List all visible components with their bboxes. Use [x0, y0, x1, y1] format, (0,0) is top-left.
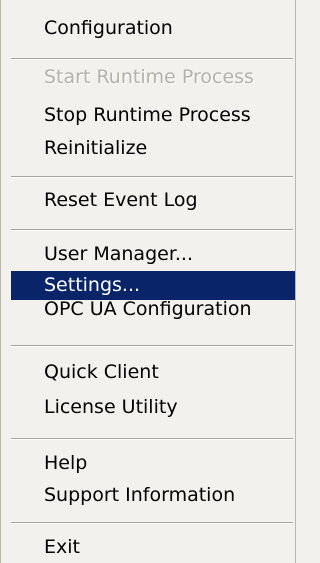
- menu-separator: [11, 229, 293, 231]
- menu-separator: [11, 58, 293, 60]
- menu-separator: [11, 438, 293, 440]
- menu-separator: [11, 345, 293, 347]
- menu-item-exit[interactable]: Exit: [11, 533, 295, 562]
- menu-item-opc-ua-configuration[interactable]: OPC UA Configuration: [11, 295, 295, 324]
- menu-item-quick-client[interactable]: Quick Client: [11, 358, 295, 387]
- menu-item-license-utility[interactable]: License Utility: [11, 393, 295, 422]
- menu-separator: [11, 522, 293, 524]
- menu-item-help[interactable]: Help: [11, 449, 295, 478]
- menu-item-reinitialize[interactable]: Reinitialize: [11, 134, 295, 163]
- menu-item-configuration[interactable]: Configuration: [11, 14, 295, 43]
- menu-item-support-information[interactable]: Support Information: [11, 481, 295, 510]
- menu-separator: [11, 176, 293, 178]
- menu-item-reset-event-log[interactable]: Reset Event Log: [11, 186, 295, 215]
- menu-item-stop-runtime-process[interactable]: Stop Runtime Process: [11, 101, 295, 130]
- menu-item-user-manager[interactable]: User Manager...: [11, 240, 295, 269]
- menu-item-start-runtime-process: Start Runtime Process: [44, 66, 254, 88]
- context-menu: Configuration Start Runtime Process Stop…: [0, 0, 296, 563]
